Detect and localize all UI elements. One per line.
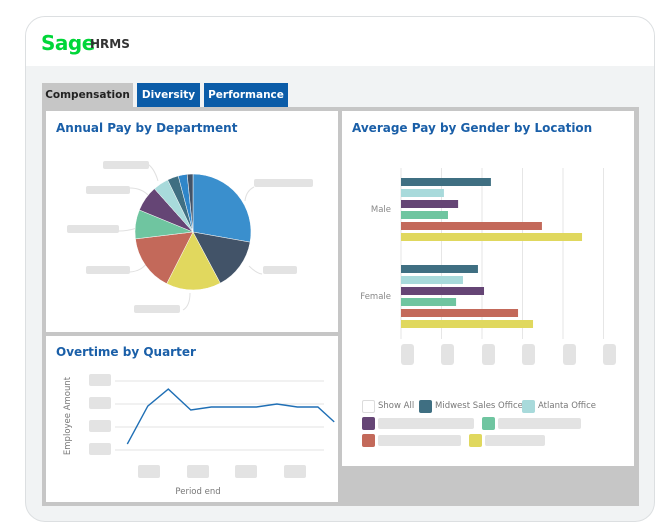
legend-atlanta[interactable]: Atlanta Office [538, 400, 596, 413]
legend-label-placeholder [485, 435, 545, 446]
pie-label-placeholder [254, 179, 313, 187]
pie-label-placeholder [103, 161, 149, 169]
y-tick-placeholder [89, 374, 111, 386]
x-tick-placeholder [284, 465, 306, 478]
bar-male-series-5[interactable] [401, 222, 542, 230]
bar-female-series-6[interactable] [401, 320, 534, 328]
y-tick-placeholder [89, 443, 111, 455]
pie-connector [248, 265, 263, 275]
pie-connector [129, 187, 149, 196]
x-tick-placeholder [562, 344, 576, 365]
legend-swatch-midwest[interactable] [419, 400, 432, 413]
legend-midwest[interactable]: Midwest Sales Office [435, 400, 523, 413]
bar-chart: Male Female [360, 168, 604, 339]
bar-male-series-4[interactable] [401, 211, 448, 219]
pie-connector [129, 263, 147, 273]
x-tick-placeholder [481, 344, 495, 365]
pie-label-placeholder [86, 186, 130, 194]
x-axis-label: Period end [175, 487, 220, 497]
x-tick-placeholder [138, 465, 160, 478]
y-tick-placeholder [89, 397, 111, 409]
bar-female-series-1[interactable] [401, 265, 478, 273]
x-tick-placeholder [235, 465, 257, 478]
category-label-female: Female [360, 292, 391, 302]
dashboard-frame: Annual Pay by Department Overtime by Qua… [42, 107, 639, 506]
bar-male-series-3[interactable] [401, 200, 459, 208]
legend-swatch-series-3[interactable] [362, 417, 375, 430]
app-window: Sage HRMS Compensation Diversity Perform… [25, 16, 655, 522]
x-tick-placeholder [522, 344, 535, 365]
bar-female-series-2[interactable] [401, 276, 463, 284]
legend-show-all[interactable]: Show All [378, 400, 414, 413]
bar-female-series-5[interactable] [401, 309, 519, 317]
x-tick-placeholder [441, 344, 454, 365]
bar-male-series-2[interactable] [401, 189, 444, 197]
pie-label-placeholder [263, 266, 297, 274]
pie-chart [117, 162, 263, 311]
y-tick-placeholder [89, 420, 111, 432]
legend-swatch-series-5[interactable] [362, 434, 375, 447]
legend-label-placeholder [498, 418, 581, 429]
x-tick-placeholder [400, 344, 414, 365]
tab-performance[interactable]: Performance [204, 83, 288, 107]
sage-logo[interactable]: Sage [41, 31, 95, 55]
bar-male-series-1[interactable] [401, 178, 491, 186]
avg-pay-panel: Average Pay by Gender by Location Male F… [342, 111, 634, 466]
category-label-male: Male [371, 205, 391, 215]
y-axis-label: Employee Amount [63, 376, 73, 455]
pie-connector [117, 227, 138, 232]
x-tick-placeholder [603, 344, 616, 365]
pie-connector [244, 186, 255, 202]
legend-swatch-atlanta[interactable] [522, 400, 535, 413]
pie-label-placeholder [134, 305, 180, 313]
tab-diversity[interactable]: Diversity [137, 83, 200, 107]
legend-swatch-series-6[interactable] [469, 434, 482, 447]
legend-label-placeholder [378, 418, 474, 429]
tab-compensation[interactable]: Compensation [42, 83, 133, 107]
bar-male-series-6[interactable] [401, 233, 583, 241]
pie-slice-1[interactable] [192, 173, 252, 243]
annual-pay-panel: Annual Pay by Department [46, 111, 338, 332]
line-series [126, 388, 335, 445]
pie-label-placeholder [86, 266, 130, 274]
show-all-checkbox[interactable] [362, 400, 375, 413]
legend-swatch-series-4[interactable] [482, 417, 495, 430]
bar-female-series-4[interactable] [401, 298, 457, 306]
pie-label-placeholder [67, 225, 119, 233]
x-tick-placeholder [187, 465, 209, 478]
app-name: HRMS [90, 37, 130, 51]
pie-connector [182, 292, 191, 311]
legend-label-placeholder [378, 435, 461, 446]
app-header: Sage HRMS [26, 17, 654, 66]
overtime-panel: Overtime by Quarter Employee Amount Peri… [46, 336, 338, 502]
bar-female-series-3[interactable] [401, 287, 485, 295]
